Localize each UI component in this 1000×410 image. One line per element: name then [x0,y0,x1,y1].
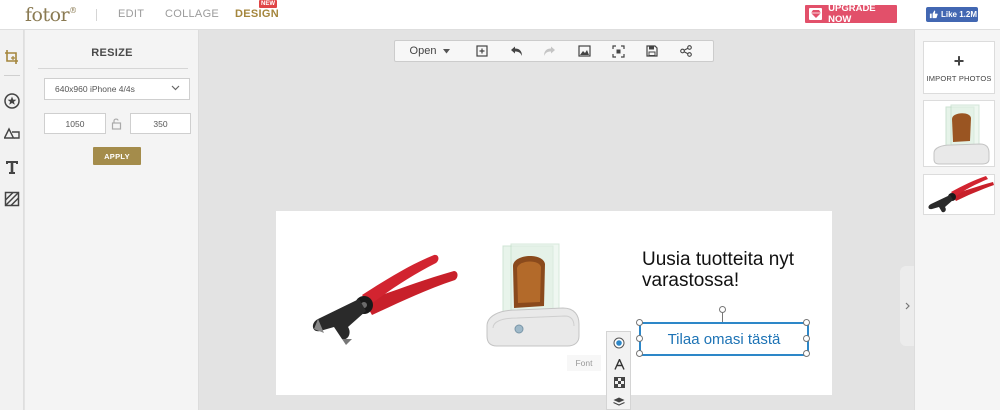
plus-icon: + [953,50,965,71]
nav-collage[interactable]: COLLAGE [165,8,219,20]
open-label: Open [409,45,437,57]
text-options-floatbar [606,331,631,410]
facebook-like-button[interactable]: Like 1.2M [926,7,978,22]
layers-icon[interactable] [611,394,627,410]
selected-text-box[interactable]: Tilaa omasi tästä [636,306,810,357]
resize-handle-top-left[interactable] [636,319,643,326]
transparency-icon[interactable] [611,374,627,390]
fotor-logo[interactable]: fotor® [25,4,77,26]
rotate-stem [722,312,723,322]
redo-icon[interactable] [541,43,557,59]
undo-icon[interactable] [508,43,524,59]
thumbnail-toaster[interactable] [923,100,995,167]
width-input[interactable]: 1050 [44,113,106,134]
import-photos-label: IMPORT PHOTOS [926,73,992,83]
nav-edit[interactable]: EDIT [118,8,144,20]
thumbs-up-icon [929,10,938,19]
resize-handle-top-right[interactable] [803,319,810,326]
textbox-text[interactable]: Tilaa omasi tästä [641,324,807,354]
save-icon[interactable] [644,43,660,59]
nav-design[interactable]: DESIGN [235,8,279,20]
font-icon[interactable] [611,356,627,372]
add-element-icon[interactable] [474,43,490,59]
resize-handle-bottom-left[interactable] [636,350,643,357]
canvas-toolbar: Open [394,40,714,62]
resize-handle-left[interactable] [636,335,643,342]
chevron-down-icon [171,85,180,91]
top-separator [96,9,97,21]
chevron-right-icon [905,302,910,310]
diamond-icon [809,8,823,20]
open-menu-button[interactable]: Open [395,41,465,61]
panel-title: RESIZE [91,47,133,59]
size-preset-dropdown[interactable]: 640x960 iPhone 4/4s [44,78,190,100]
lock-ratio-icon[interactable] [111,117,123,130]
photos-panel: + IMPORT PHOTOS [914,30,1000,410]
resize-handle-right[interactable] [803,335,810,342]
rotate-handle[interactable] [719,306,726,313]
design-canvas[interactable]: Uusia tuotteita nyt varastossa! Tilaa om… [276,211,832,395]
pliers-image[interactable] [304,253,459,353]
toaster-image[interactable] [481,242,581,352]
crop-fit-icon[interactable] [610,43,626,59]
background-pattern-icon[interactable] [3,190,21,208]
height-input[interactable]: 350 [130,113,191,134]
color-dot-icon[interactable] [611,335,627,351]
star-icon[interactable] [3,92,21,110]
text-icon[interactable] [3,158,21,176]
import-photos-button[interactable]: + IMPORT PHOTOS [923,41,995,94]
resize-icon[interactable] [3,48,21,66]
apply-button[interactable]: APPLY [93,147,141,165]
tool-icon-column [0,30,24,410]
font-tooltip: Font [567,355,601,371]
collapse-photos-tab[interactable] [900,266,914,346]
new-badge: NEW [259,0,277,8]
icon-separator [4,75,20,76]
facebook-like-label: Like 1.2M [941,10,978,19]
shapes-icon[interactable] [3,125,21,143]
resize-handle-bottom-right[interactable] [803,350,810,357]
resize-panel: RESIZE 640x960 iPhone 4/4s 1050 350 APPL… [25,30,199,410]
panel-divider [38,68,188,69]
upgrade-label: UPGRADE NOW [828,3,876,25]
headline-text[interactable]: Uusia tuotteita nyt varastossa! [642,249,822,291]
upgrade-button[interactable]: UPGRADE NOW [805,3,897,25]
thumbnail-pliers[interactable] [923,174,995,215]
caret-down-icon [443,48,451,53]
size-preset-value: 640x960 iPhone 4/4s [55,84,135,94]
share-icon[interactable] [678,43,694,59]
top-bar: fotor® EDIT COLLAGE DESIGN NEW UPGRADE N… [0,0,1000,30]
image-icon[interactable] [576,43,592,59]
